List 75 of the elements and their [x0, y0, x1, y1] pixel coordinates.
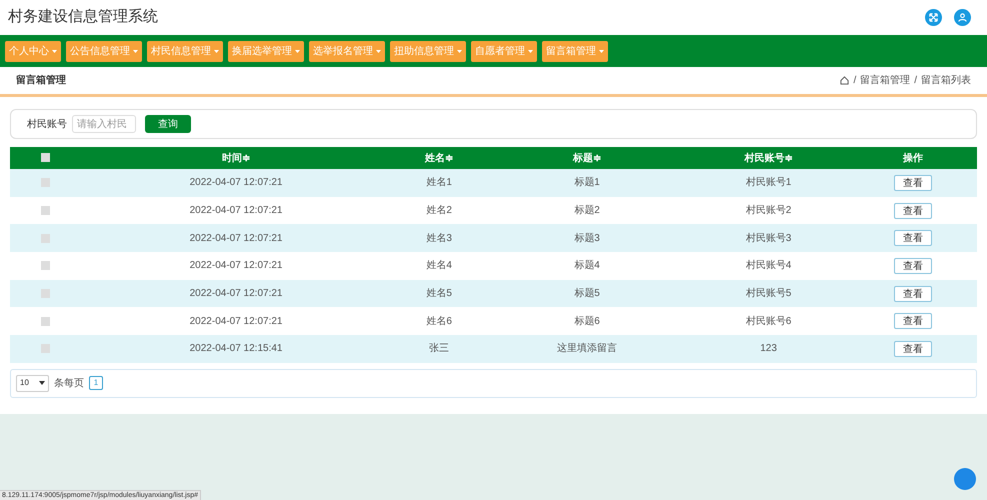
app-title: 村务建设信息管理系统: [8, 7, 158, 28]
user-icon: [958, 13, 967, 22]
table-cell: 姓名4: [392, 252, 486, 280]
caret-icon: [457, 50, 462, 52]
breadcrumb-item[interactable]: 留言箱管理: [860, 73, 910, 88]
row-checkbox[interactable]: [40, 288, 50, 298]
caret-icon: [376, 50, 381, 52]
view-button[interactable]: 查看: [894, 202, 932, 219]
column-header[interactable]: 姓名≑: [392, 147, 486, 169]
table-cell: 村民账号1: [688, 169, 850, 197]
row-checkbox[interactable]: [40, 344, 50, 354]
table-cell: 标题4: [486, 252, 688, 280]
column-header[interactable]: 时间≑: [80, 147, 392, 169]
table-cell: 村民账号3: [688, 224, 850, 252]
caret-icon: [295, 50, 300, 52]
breadcrumb-separator: /: [914, 74, 917, 88]
view-button[interactable]: 查看: [894, 286, 932, 302]
caret-icon: [528, 50, 533, 52]
chevron-down-icon: [39, 381, 45, 386]
table-cell: 这里填添留言: [486, 335, 688, 363]
caret-icon: [52, 50, 57, 52]
table-cell: 村民账号5: [688, 280, 850, 308]
search-field[interactable]: 请输入村民: [72, 115, 136, 133]
table-cell: 村民账号4: [688, 252, 850, 280]
table-cell: 2022-04-07 12:15:41: [80, 335, 392, 363]
page-title: 留言箱管理: [16, 73, 66, 88]
table-cell: 标题2: [486, 196, 688, 224]
search-button[interactable]: 查询: [145, 115, 191, 133]
table-cell: 2022-04-07 12:07:21: [80, 252, 392, 280]
row-checkbox[interactable]: [40, 261, 50, 270]
table-cell: 标题5: [486, 280, 688, 308]
expand-icon: [929, 13, 938, 22]
select-all-checkbox[interactable]: [40, 153, 50, 162]
caret-icon: [214, 50, 219, 52]
table-cell: 村民账号2: [688, 196, 850, 224]
view-button[interactable]: 查看: [894, 174, 932, 191]
table-cell: 2022-04-07 12:07:21: [80, 307, 392, 336]
column-header[interactable]: 村民账号≑: [688, 147, 850, 169]
table-cell: 2022-04-07 12:07:21: [80, 280, 392, 308]
column-header[interactable]: 标题≑: [486, 147, 688, 169]
page-size-select[interactable]: 10: [16, 374, 49, 392]
table-cell: 2022-04-07 12:07:21: [80, 224, 392, 252]
table-cell: 姓名1: [392, 169, 486, 197]
table-cell: 标题6: [486, 307, 688, 336]
table-cell: 村民账号6: [688, 307, 850, 336]
back-to-top-button[interactable]: [954, 468, 976, 490]
caret-icon: [133, 50, 138, 52]
table-cell: 姓名5: [392, 280, 486, 308]
home-icon: [840, 76, 850, 85]
per-page-label: 条每页: [54, 376, 84, 391]
view-button[interactable]: 查看: [894, 313, 932, 330]
column-header: 操作: [849, 147, 977, 169]
view-button[interactable]: 查看: [894, 340, 932, 357]
table-cell: 姓名3: [392, 224, 486, 252]
breadcrumb-item: 留言箱列表: [921, 74, 971, 88]
table-cell: 姓名6: [392, 307, 486, 336]
caret-icon: [599, 50, 604, 52]
search-label: 村民账号: [27, 118, 67, 132]
row-checkbox[interactable]: [40, 206, 50, 215]
view-button[interactable]: 查看: [894, 258, 932, 274]
table-cell: 2022-04-07 12:07:21: [80, 169, 392, 197]
page-button[interactable]: 1: [89, 376, 103, 390]
row-checkbox[interactable]: [40, 316, 50, 326]
table-cell: 123: [688, 335, 850, 363]
row-checkbox[interactable]: [40, 178, 50, 188]
table-cell: 标题3: [486, 224, 688, 252]
table-cell: 张三: [392, 335, 486, 363]
view-button[interactable]: 查看: [894, 230, 932, 246]
table-cell: 姓名2: [392, 196, 486, 224]
breadcrumb-separator: /: [853, 74, 856, 88]
fullscreen-button[interactable]: [925, 9, 942, 26]
row-checkbox[interactable]: [40, 234, 50, 243]
table-cell: 2022-04-07 12:07:21: [80, 196, 392, 224]
table-cell: 标题1: [486, 169, 688, 197]
user-button[interactable]: [954, 9, 971, 26]
